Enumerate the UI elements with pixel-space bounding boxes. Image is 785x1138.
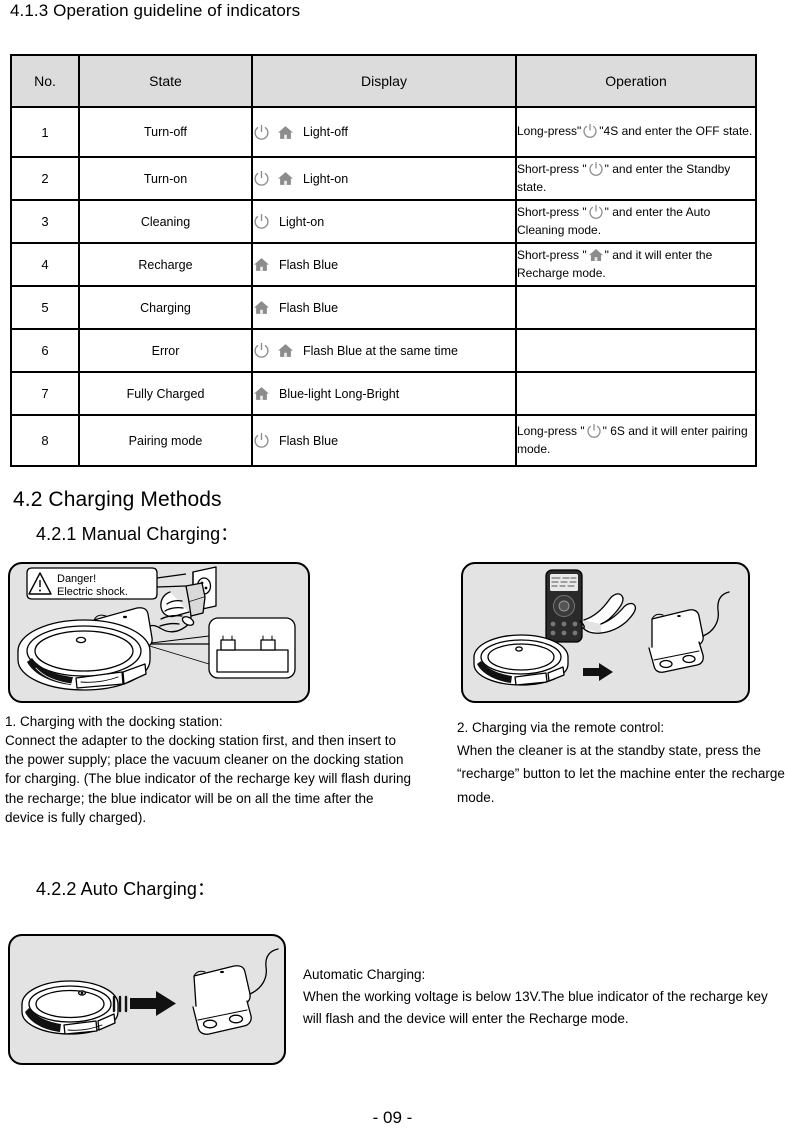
table-row: 2 Turn-on Light-on Short-press " " and enter…	[10, 156, 757, 201]
cell-no: 4	[10, 242, 80, 287]
cell-no: 6	[10, 328, 80, 373]
power-icon	[253, 213, 270, 230]
table-row: 5 Charging Flash Blue	[10, 285, 757, 330]
operation-text-pre: Short-press "	[517, 205, 587, 220]
table-row: 3 Cleaning Light-on Short-press " " and ente…	[10, 199, 757, 244]
cell-operation	[515, 371, 757, 416]
table-row: 7 Fully Charged Blue-light Long-Bright	[10, 371, 757, 416]
cell-no: 2	[10, 156, 80, 201]
cell-operation: Short-press " " and enter the Auto Cleani…	[515, 199, 757, 244]
operation-text-pre: Short-press "	[517, 162, 587, 177]
operation-text-pre: Long-press"	[517, 124, 582, 139]
home-icon	[253, 299, 270, 316]
cell-display: Blue-light Long-Bright	[251, 371, 517, 416]
table-row: 6 Error Flash Blue at the same time	[10, 328, 757, 373]
power-icon	[586, 423, 602, 439]
page-number: - 09 -	[372, 1108, 413, 1127]
power-icon	[588, 161, 604, 177]
heading-4-2-2: 4.2.2 Auto Charging：	[36, 879, 216, 899]
paragraph-auto-charging: Automatic Charging: When the working vol…	[303, 967, 768, 1026]
home-icon	[277, 124, 294, 141]
cell-no: 8	[10, 414, 80, 467]
paragraph-manual-remote-control: 2. Charging via the remote control: When…	[457, 720, 785, 805]
cell-display: Light-on	[251, 199, 517, 244]
heading-4-2-1: 4.2.1 Manual Charging：	[36, 524, 239, 544]
column-header-operation: Operation	[515, 54, 757, 108]
display-label: Blue-light Long-Bright	[279, 386, 400, 401]
cell-no: 1	[10, 106, 80, 158]
cell-operation: Long-press " " 6S and it will enter pairi…	[515, 414, 757, 467]
table-row: 8 Pairing mode Flash Blue Long-press " " 6S …	[10, 414, 757, 467]
cell-operation	[515, 328, 757, 373]
illustration-manual-remote-control	[461, 562, 750, 703]
cell-no: 7	[10, 371, 80, 416]
cell-display: Light-on	[251, 156, 517, 201]
cell-display: Flash Blue	[251, 285, 517, 330]
cell-operation: Short-press " " and it will enter the Rec…	[515, 242, 757, 287]
paragraph-manual-docking-station: 1. Charging with the docking station: Co…	[5, 714, 411, 825]
power-icon	[582, 123, 598, 139]
power-icon	[253, 432, 270, 449]
column-header-state: State	[78, 54, 253, 108]
table-row: 1 Turn-off Light-off Long-press" "4S and ent…	[10, 106, 757, 158]
display-label: Light-on	[279, 214, 325, 229]
power-icon	[253, 124, 270, 141]
home-icon	[277, 170, 294, 187]
display-label: Flash Blue	[279, 433, 339, 448]
cell-state: Error	[78, 328, 253, 373]
cell-state: Recharge	[78, 242, 253, 287]
display-label: Light-on	[303, 171, 349, 186]
cell-state: Charging	[78, 285, 253, 330]
cell-operation	[515, 285, 757, 330]
table-header-row: No. State Display Operation	[10, 54, 757, 108]
cell-operation: Short-press " " and enter the Standby sta…	[515, 156, 757, 201]
power-icon	[253, 342, 270, 359]
operation-text-pre: Long-press "	[517, 424, 585, 439]
home-icon	[253, 256, 270, 273]
power-icon	[588, 204, 604, 220]
display-label: Light-off	[303, 125, 348, 139]
home-icon	[253, 385, 270, 402]
home-icon	[588, 247, 604, 263]
warning-label-line1: Danger!	[57, 573, 96, 585]
cell-operation: Long-press" "4S and enter the OFF state.	[515, 106, 757, 158]
table-row: 4 Recharge Flash Blue Short-press " " and it…	[10, 242, 757, 287]
cell-display: Flash Blue	[251, 242, 517, 287]
column-header-display: Display	[251, 54, 517, 108]
display-label: Flash Blue at the same time	[303, 343, 458, 358]
cell-no: 5	[10, 285, 80, 330]
indicator-guideline-table: No. State Display Operation 1 Turn-off Lig…	[10, 54, 757, 467]
illustration-auto-charging	[8, 934, 286, 1065]
operation-text-pre: Short-press "	[517, 248, 587, 263]
cell-display: Flash Blue	[251, 414, 517, 467]
home-icon	[277, 342, 294, 359]
operation-text-post: "4S and enter the OFF state.	[599, 124, 753, 139]
cell-display: Flash Blue at the same time	[251, 328, 517, 373]
column-header-no: No.	[10, 54, 80, 108]
cell-display: Light-off	[251, 106, 517, 158]
display-label: Flash Blue	[279, 257, 339, 272]
heading-4-2: 4.2 Charging Methods	[13, 488, 222, 511]
cell-state: Pairing mode	[78, 414, 253, 467]
cell-no: 3	[10, 199, 80, 244]
illustration-manual-docking-station: Danger! Electric shock.	[8, 562, 310, 703]
cell-state: Turn-off	[78, 106, 253, 158]
heading-4-1-3: 4.1.3 Operation guideline of indicators	[10, 1, 301, 20]
power-icon	[253, 170, 270, 187]
warning-label-line2: Electric shock.	[57, 586, 128, 598]
cell-state: Turn-on	[78, 156, 253, 201]
display-label: Flash Blue	[279, 300, 339, 315]
cell-state: Cleaning	[78, 199, 253, 244]
cell-state: Fully Charged	[78, 371, 253, 416]
